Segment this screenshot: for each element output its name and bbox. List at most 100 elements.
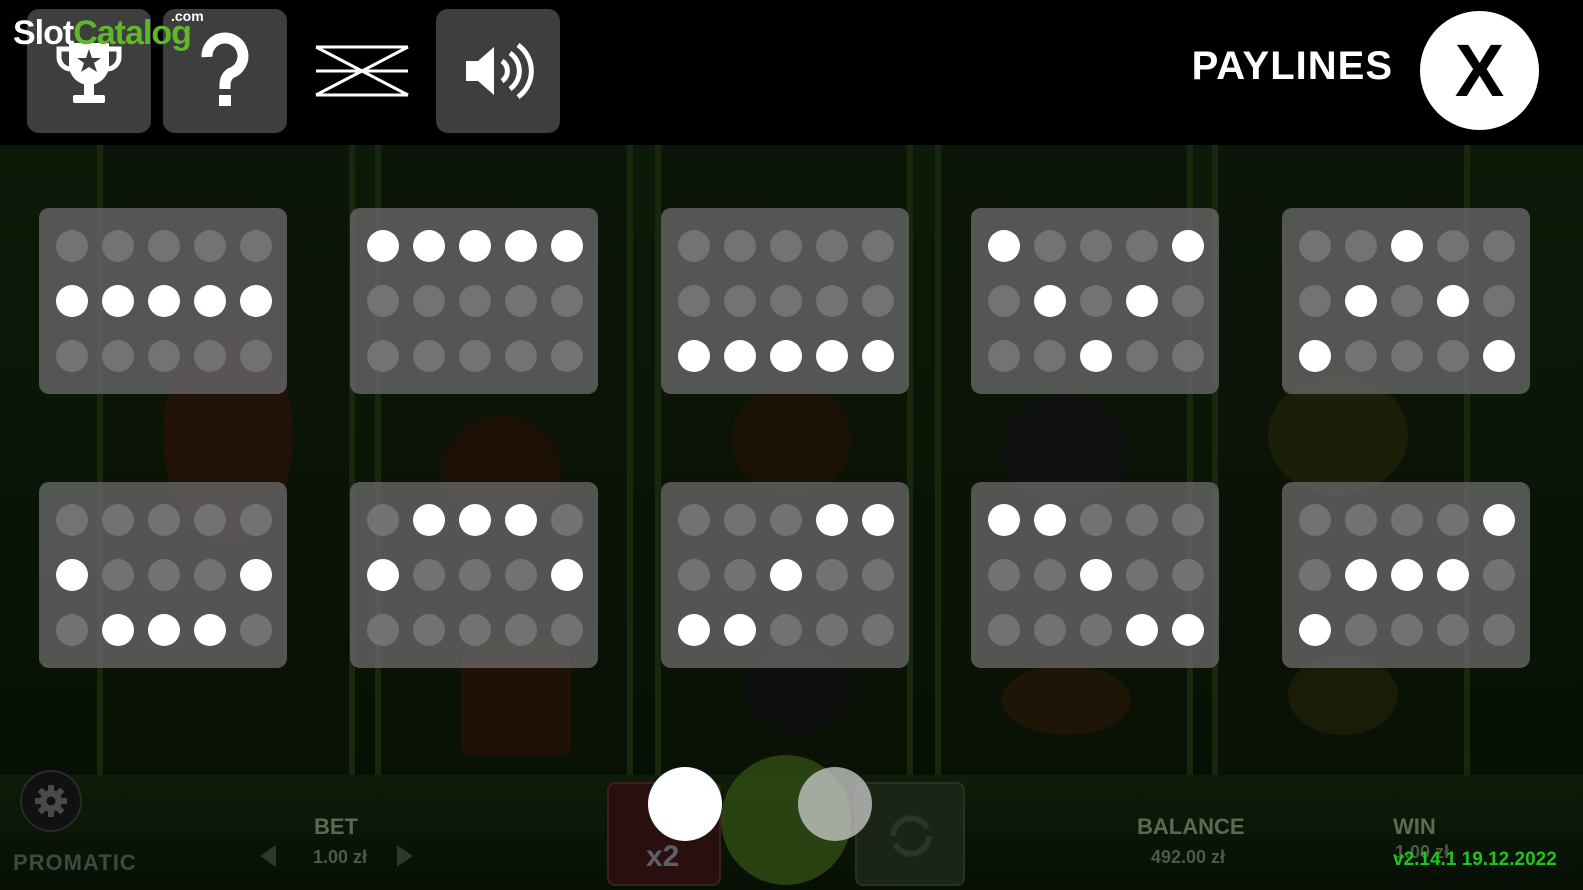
payline-dot-active — [678, 614, 710, 646]
payline-dot — [1080, 614, 1112, 646]
payline-dot-active — [240, 559, 272, 591]
speaker-icon — [466, 42, 534, 100]
payline-dot — [367, 504, 399, 536]
payline-dot — [862, 614, 894, 646]
refresh-icon — [890, 815, 932, 857]
settings-button[interactable] — [20, 770, 82, 832]
payline-dot — [678, 285, 710, 317]
payline-dot — [678, 559, 710, 591]
payline-dot-active — [459, 230, 491, 262]
payline-dot-active — [724, 340, 756, 372]
payline-dot-active — [1034, 285, 1066, 317]
payline-dot — [148, 504, 180, 536]
payline-dot — [102, 504, 134, 536]
page-indicator-1[interactable] — [648, 767, 722, 841]
payline-dot — [505, 559, 537, 591]
payline-dot-active — [1126, 285, 1158, 317]
payline-dot-active — [240, 285, 272, 317]
payline-dot-active — [678, 340, 710, 372]
payline-dot-active — [862, 504, 894, 536]
payline-dot — [1034, 230, 1066, 262]
payline-dot-active — [102, 285, 134, 317]
payline-dot — [1126, 230, 1158, 262]
provider-logo: PROMATIC — [13, 850, 137, 875]
watermark-part-1: Slot — [13, 14, 74, 52]
payline-dot — [816, 559, 848, 591]
watermark-suffix: .com — [171, 8, 204, 24]
close-button[interactable]: X — [1420, 11, 1539, 130]
payline-dot — [1172, 285, 1204, 317]
payline-dot — [1299, 504, 1331, 536]
payline-dot-active — [1391, 559, 1423, 591]
payline-dot — [194, 340, 226, 372]
payline-dot — [1483, 285, 1515, 317]
payline-dot — [505, 340, 537, 372]
payline-dot — [862, 559, 894, 591]
payline-dot — [1299, 230, 1331, 262]
payline-dot-active — [1391, 230, 1423, 262]
question-icon — [201, 32, 249, 106]
payline-dot — [459, 340, 491, 372]
payline-dot — [1437, 504, 1469, 536]
payline-dot-active — [862, 340, 894, 372]
payline-dot — [816, 285, 848, 317]
payline-dot — [240, 340, 272, 372]
payline-card-7 — [350, 482, 598, 668]
payline-dot — [551, 614, 583, 646]
payline-dot — [1080, 285, 1112, 317]
payline-dot-active — [459, 504, 491, 536]
payline-dot-active — [505, 230, 537, 262]
bet-decrease-button[interactable] — [260, 845, 276, 867]
sound-button[interactable] — [436, 9, 560, 133]
payline-dot — [148, 340, 180, 372]
payline-dot — [1126, 340, 1158, 372]
payline-dot-active — [988, 504, 1020, 536]
payline-dot — [551, 504, 583, 536]
payline-dot — [240, 614, 272, 646]
payline-dot — [367, 614, 399, 646]
payline-dot — [1391, 504, 1423, 536]
payline-card-8 — [661, 482, 909, 668]
payline-dot-active — [988, 230, 1020, 262]
paylines-icon — [315, 45, 409, 97]
payline-dot — [1080, 504, 1112, 536]
payline-dot — [1034, 340, 1066, 372]
bet-label: BET — [314, 814, 358, 839]
payline-dot — [551, 285, 583, 317]
payline-dot-active — [413, 504, 445, 536]
payline-dot — [1345, 614, 1377, 646]
page-title: PAYLINES — [1191, 44, 1393, 88]
payline-dot-active — [367, 230, 399, 262]
payline-dot — [56, 230, 88, 262]
payline-dot — [102, 340, 134, 372]
win-label: WIN — [1393, 814, 1436, 839]
payline-dot — [194, 230, 226, 262]
payline-dot — [770, 614, 802, 646]
payline-card-3 — [661, 208, 909, 394]
close-icon: X — [1454, 28, 1505, 112]
payline-dot — [1126, 559, 1158, 591]
payline-dot — [862, 230, 894, 262]
page-indicator-2[interactable] — [798, 767, 872, 841]
payline-dot-active — [816, 504, 848, 536]
payline-dot-active — [724, 614, 756, 646]
payline-dot — [1172, 559, 1204, 591]
bet-increase-button[interactable] — [397, 845, 413, 867]
payline-dot — [56, 614, 88, 646]
payline-dot-active — [551, 559, 583, 591]
payline-dot — [56, 340, 88, 372]
payline-card-4 — [971, 208, 1219, 394]
payline-dot-active — [770, 340, 802, 372]
payline-dot — [724, 504, 756, 536]
payline-dot — [194, 504, 226, 536]
payline-dot — [1483, 614, 1515, 646]
payline-dot-active — [1080, 340, 1112, 372]
payline-dot — [413, 614, 445, 646]
payline-dot — [367, 340, 399, 372]
payline-dot — [148, 230, 180, 262]
payline-dot — [988, 614, 1020, 646]
payline-dot — [1437, 230, 1469, 262]
paylines-button[interactable] — [300, 9, 424, 133]
payline-dot-active — [1034, 504, 1066, 536]
payline-dot — [1345, 340, 1377, 372]
